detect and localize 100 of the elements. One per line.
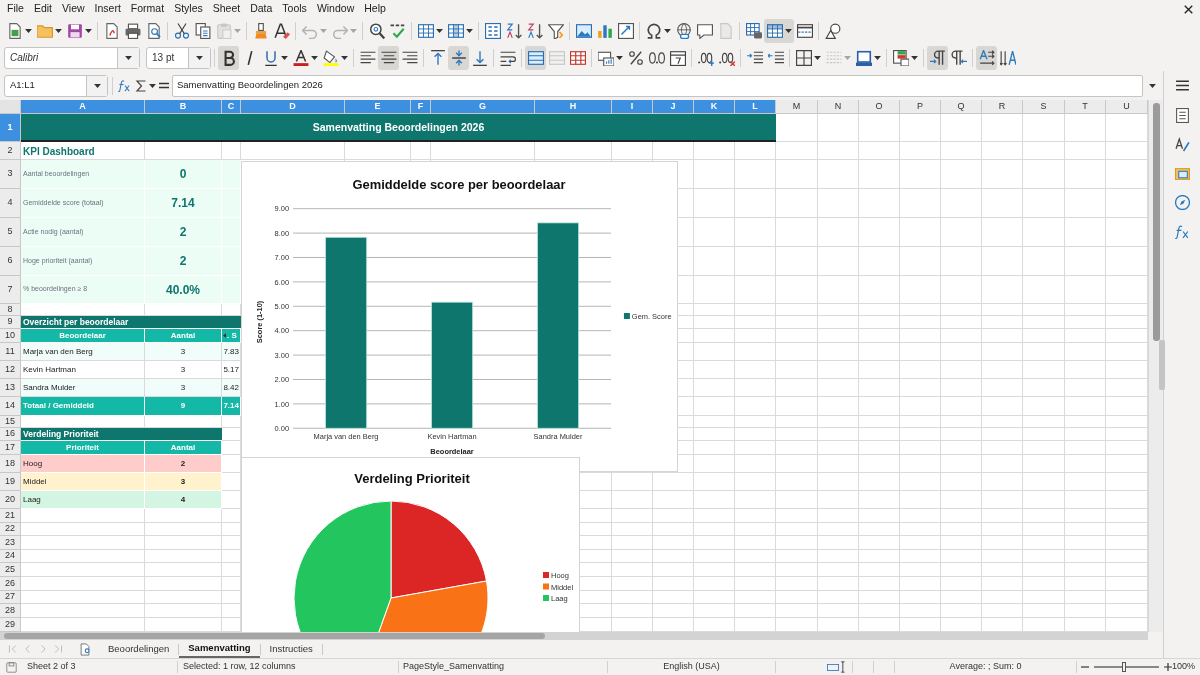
formula-input[interactable]: Samenvatting Beoordelingen 2026: [172, 74, 1143, 97]
menu-item[interactable]: Format: [125, 1, 170, 17]
menu-item[interactable]: File: [2, 1, 29, 17]
table-total-cell: Totaal / Gemiddeld: [21, 397, 145, 416]
banknote-icon: [597, 49, 614, 66]
caret-icon: [910, 55, 918, 60]
font-name-field[interactable]: Calibri: [4, 46, 140, 69]
row-header[interactable]: 4: [0, 189, 21, 218]
slider-thumb[interactable]: [1121, 662, 1126, 672]
menu-item[interactable]: Sheet: [207, 1, 246, 17]
menu-icon: [1174, 77, 1190, 93]
row-header[interactable]: 22: [0, 523, 21, 536]
center-vertically-button[interactable]: [448, 45, 469, 70]
menu-item[interactable]: Styles: [169, 1, 208, 17]
row-header[interactable]: 11: [0, 343, 21, 361]
add-sheet-button[interactable]: [77, 641, 93, 657]
table-total-cell: 9: [145, 397, 222, 416]
row-header[interactable]: 14: [0, 397, 21, 416]
language-text[interactable]: English (USA): [663, 660, 720, 674]
menu-item[interactable]: Edit: [28, 1, 57, 17]
row-header[interactable]: 19: [0, 473, 21, 491]
row-header[interactable]: 6: [0, 247, 21, 276]
copy-icon: [194, 23, 211, 39]
sheet-tab[interactable]: Beoordelingen: [99, 640, 179, 658]
vertical-scrollbar[interactable]: [1148, 100, 1163, 632]
column-header[interactable]: O: [859, 100, 900, 114]
row-header[interactable]: 17: [0, 441, 21, 455]
row-header[interactable]: 28: [0, 604, 21, 618]
menu-item[interactable]: Window: [311, 1, 360, 17]
column-header[interactable]: S: [1023, 100, 1065, 114]
align-center-button[interactable]: [378, 45, 399, 70]
sidebar-handle[interactable]: [1159, 340, 1165, 390]
column-header[interactable]: T: [1065, 100, 1106, 114]
name-box[interactable]: A1:L1: [4, 74, 108, 97]
printer-icon: [124, 23, 141, 39]
align-middle-icon: [450, 49, 467, 66]
row-header[interactable]: 16: [0, 428, 21, 441]
row-header[interactable]: 10: [0, 329, 21, 343]
menu-item[interactable]: Data: [245, 1, 278, 17]
underline-icon: [262, 49, 279, 66]
scrollbar-thumb[interactable]: [4, 633, 545, 639]
window-split-icon: [796, 23, 813, 39]
row-header[interactable]: 15: [0, 416, 21, 428]
legend-swatch-icon: [543, 583, 549, 590]
column-header[interactable]: Q: [941, 100, 982, 114]
row-header[interactable]: 26: [0, 577, 21, 591]
horizontal-scrollbar[interactable]: [0, 632, 1148, 640]
left-to-right-button[interactable]: [927, 45, 948, 70]
column-header[interactable]: N: [818, 100, 859, 114]
align-right-icon: [401, 49, 418, 66]
caret-icon: [310, 55, 318, 60]
row-header[interactable]: 25: [0, 563, 21, 577]
zoom-percentage[interactable]: 100%: [1172, 661, 1196, 672]
sheet-tab[interactable]: Instructies: [260, 640, 322, 658]
row-header[interactable]: 2: [0, 142, 21, 160]
merge-center-button[interactable]: [525, 45, 546, 70]
sort-icon: [484, 23, 501, 39]
zoom-in-icon[interactable]: [1164, 663, 1172, 671]
column-header[interactable]: M: [776, 100, 818, 114]
table-header-cell: . S: [222, 329, 241, 343]
table-cell: 3: [145, 343, 222, 361]
bold-button[interactable]: [218, 45, 239, 70]
row-header[interactable]: 5: [0, 218, 21, 247]
caret-icon: [148, 83, 156, 88]
caret-icon: [84, 29, 92, 33]
selection-mode-icon[interactable]: [826, 661, 846, 673]
align-bottom-icon: [471, 49, 488, 66]
borders-icon: [795, 49, 812, 66]
freeze-button[interactable]: [764, 19, 794, 43]
legend-swatch-icon: [623, 313, 630, 319]
row-header[interactable]: 13: [0, 379, 21, 397]
last-arrow-icon: [52, 644, 63, 654]
row-header[interactable]: 21: [0, 509, 21, 523]
column-header[interactable]: U: [1106, 100, 1148, 114]
row-header[interactable]: 27: [0, 591, 21, 604]
font-size-field[interactable]: 13 pt: [146, 46, 211, 69]
menu-item[interactable]: Help: [359, 1, 391, 17]
row-header[interactable]: 7: [0, 276, 21, 304]
column-header[interactable]: R: [982, 100, 1023, 114]
column-header[interactable]: P: [900, 100, 941, 114]
row-header[interactable]: 9: [0, 316, 21, 329]
menu-item[interactable]: View: [57, 1, 90, 17]
scrollbar-thumb[interactable]: [1153, 103, 1160, 341]
sheet-tab[interactable]: Samenvatting: [179, 640, 260, 658]
text-direction-button[interactable]: [976, 45, 997, 70]
row-header[interactable]: 23: [0, 536, 21, 550]
row-header[interactable]: 3: [0, 160, 21, 189]
row-header[interactable]: 24: [0, 550, 21, 563]
row-header[interactable]: 29: [0, 618, 21, 632]
caret-icon: [663, 29, 671, 33]
caret-icon: [280, 55, 288, 60]
sheet-position-text: Sheet 2 of 3: [27, 661, 76, 672]
row-header[interactable]: 20: [0, 491, 21, 509]
table-grid-icon: [569, 49, 586, 66]
menu-item[interactable]: Tools: [277, 1, 312, 17]
menu-item[interactable]: Insert: [89, 1, 126, 17]
function-icon: [1174, 223, 1190, 239]
row-header[interactable]: 8: [0, 304, 21, 316]
row-header[interactable]: 18: [0, 455, 21, 473]
row-header[interactable]: 12: [0, 361, 21, 379]
